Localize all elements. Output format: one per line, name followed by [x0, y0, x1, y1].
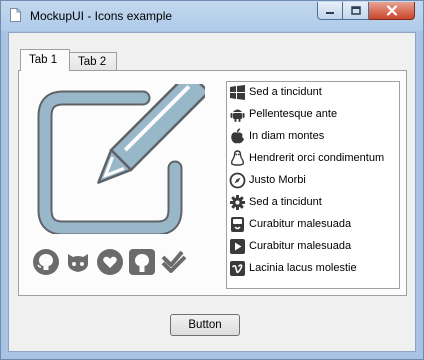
list-item-label: Curabitur malesuada [249, 240, 352, 252]
social-icons-row [32, 248, 187, 276]
list-item[interactable]: Pellentesque ante [227, 104, 399, 126]
minimize-icon [326, 11, 334, 14]
list-item[interactable]: Sed a tincidunt [227, 82, 399, 104]
github-alt-icon [67, 254, 89, 272]
document-icon [10, 8, 21, 22]
gear-icon [230, 195, 245, 210]
windows-icon [230, 85, 245, 100]
list-item-label: Lacinia lacus molestie [249, 262, 357, 274]
list-item-label: In diam montes [249, 130, 325, 142]
trello-icon [231, 217, 244, 232]
icon-list[interactable]: Sed a tincidunt Pellentesque ante In dia… [226, 81, 400, 289]
window-client-area: Tab 1 Tab 2 Sed a tincidunt Pellentesque… [8, 32, 416, 352]
compass-icon [229, 172, 246, 189]
gittip-icon [97, 249, 123, 275]
minimize-button[interactable] [317, 2, 343, 20]
tab-2[interactable]: Tab 2 [70, 52, 117, 72]
list-item[interactable]: In diam montes [227, 126, 399, 148]
list-item-label: Hendrerit orci condimentum [249, 152, 385, 164]
app-window: MockupUI - Icons example Tab 1 Tab 2 Sed… [0, 0, 424, 360]
github-square-icon [129, 249, 155, 275]
main-button[interactable]: Button [170, 314, 240, 336]
list-item-label: Curabitur malesuada [249, 218, 352, 230]
list-item-label: Pellentesque ante [249, 108, 338, 120]
list-item[interactable]: Lacinia lacus molestie [227, 258, 399, 280]
list-item[interactable]: Hendrerit orci condimentum [227, 148, 399, 170]
list-item-label: Justo Morbi [249, 174, 306, 186]
window-title: MockupUI - Icons example [30, 9, 173, 23]
list-item[interactable]: Sed a tincidunt [227, 192, 399, 214]
vimeo-icon [230, 261, 245, 276]
list-item[interactable]: Curabitur malesuada [227, 236, 399, 258]
list-item-label: Sed a tincidunt [249, 86, 322, 98]
list-item[interactable]: Curabitur malesuada [227, 214, 399, 236]
close-button[interactable] [369, 2, 415, 20]
tab-1[interactable]: Tab 1 [20, 49, 70, 71]
maximize-button[interactable] [343, 2, 369, 20]
apple-icon [231, 128, 244, 144]
list-item[interactable]: Justo Morbi [227, 170, 399, 192]
close-icon [386, 5, 397, 16]
play-icon [230, 239, 245, 254]
foursquare-icon [161, 250, 187, 273]
github-icon [33, 249, 59, 275]
maximize-icon [350, 6, 361, 15]
android-icon [230, 109, 245, 122]
tab-pane: Sed a tincidunt Pellentesque ante In dia… [18, 70, 407, 296]
title-bar[interactable]: MockupUI - Icons example [1, 1, 423, 31]
list-item-label: Sed a tincidunt [249, 196, 322, 208]
edit-icon [37, 84, 205, 234]
linux-icon [230, 150, 245, 166]
